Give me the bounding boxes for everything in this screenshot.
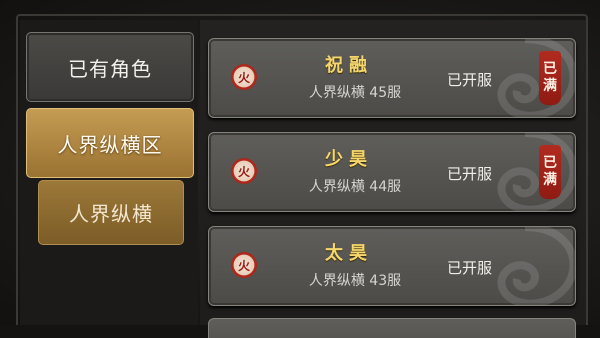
server-subtitle: 人界纵横 45服 (308, 85, 402, 101)
server-subtitle: 人界纵横 44服 (308, 179, 402, 195)
server-name: 太昊 (325, 243, 373, 264)
server-card[interactable]: 火 少昊 人界纵横 44服 已开服 已 满 (208, 132, 576, 212)
full-stamp-badge: 已 满 (539, 51, 561, 105)
fire-element-icon: 火 (231, 252, 257, 278)
full-stamp-char: 满 (543, 78, 557, 94)
server-status: 已开服 (447, 71, 493, 89)
server-status: 已开服 (447, 259, 493, 277)
server-subtitle: 人界纵横 43服 (308, 273, 402, 289)
tab-owned-characters[interactable]: 已有角色 (26, 32, 194, 102)
full-stamp-char: 已 (543, 155, 557, 171)
full-stamp-char: 满 (543, 172, 557, 188)
fire-element-icon: 火 (231, 64, 257, 90)
server-card-partial[interactable] (208, 318, 576, 338)
server-status: 已开服 (447, 165, 493, 183)
full-stamp-char: 已 (543, 61, 557, 77)
server-name: 少昊 (325, 149, 373, 170)
fire-element-icon: 火 (231, 158, 257, 184)
full-stamp-badge: 已 满 (539, 145, 561, 199)
subtab-renjie[interactable]: 人界纵横 (38, 180, 184, 245)
server-card[interactable]: 火 太昊 人界纵横 43服 已开服 (208, 226, 576, 306)
tab-renjie-zone[interactable]: 人界纵横区 (26, 108, 194, 178)
server-card[interactable]: 火 祝融 人界纵横 45服 已开服 已 满 (208, 38, 576, 118)
server-name: 祝融 (325, 55, 373, 76)
